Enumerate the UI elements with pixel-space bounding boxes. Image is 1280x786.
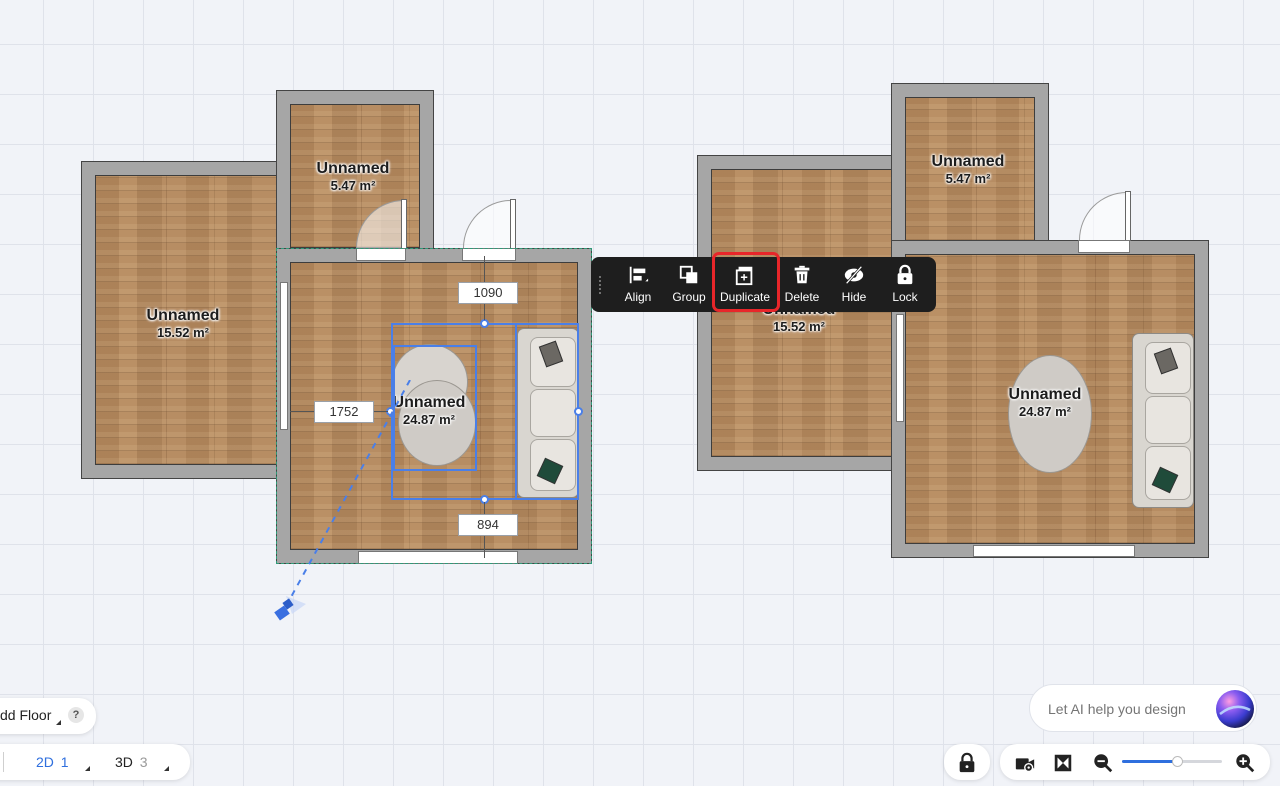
eye-off-icon <box>844 265 864 285</box>
view-3d-count: 3 <box>139 754 148 770</box>
round-table[interactable] <box>1008 355 1092 473</box>
add-floor-button[interactable]: dd Floor <box>0 707 51 723</box>
lock-label: Lock <box>892 290 918 304</box>
zoom-slider-fill <box>1122 760 1177 763</box>
doorway-right <box>1078 240 1130 253</box>
resize-handle-right[interactable] <box>574 407 583 416</box>
align-icon <box>629 266 649 284</box>
trash-icon <box>794 265 810 284</box>
window-right-bottom[interactable] <box>973 545 1135 557</box>
group-button[interactable]: Group <box>666 257 712 312</box>
view-2d-count: 1 <box>60 754 69 770</box>
hide-button[interactable]: Hide <box>831 257 877 312</box>
view-2d-label: 2D <box>36 754 54 770</box>
sofa[interactable] <box>1132 333 1194 508</box>
view-controls <box>1000 744 1270 780</box>
floor-panel: dd Floor ? <box>0 698 96 734</box>
align-label: Align <box>624 290 652 304</box>
view-divider <box>3 752 4 772</box>
view-switcher: 2D 1 3D 3 <box>0 744 190 780</box>
door-swing-main <box>463 200 511 248</box>
fit-view-icon[interactable] <box>1052 752 1074 774</box>
delete-label: Delete <box>784 290 820 304</box>
lock-button[interactable]: Lock <box>882 257 928 312</box>
group-icon <box>679 265 698 284</box>
floor-right-left-room[interactable] <box>711 169 893 457</box>
group-label: Group <box>672 290 706 304</box>
resize-handle-top[interactable] <box>480 319 489 328</box>
door-main-room[interactable] <box>510 199 516 249</box>
camera-view-icon[interactable] <box>1014 752 1036 774</box>
view-2d-button[interactable]: 2D 1 <box>36 754 69 770</box>
view-3d-caret-icon[interactable] <box>164 766 169 771</box>
sofa-cushion <box>1145 396 1191 444</box>
add-floor-caret-icon[interactable] <box>56 720 61 725</box>
hide-label: Hide <box>841 290 867 304</box>
zoom-slider-track[interactable] <box>1122 756 1222 767</box>
lock-control <box>944 744 990 780</box>
ai-orb-icon[interactable] <box>1214 688 1256 730</box>
door-swing-right <box>1079 192 1127 240</box>
align-button[interactable]: Align <box>615 257 661 312</box>
door-right-main[interactable] <box>1125 191 1131 241</box>
dimension-label-top[interactable]: 1090 <box>458 282 518 304</box>
ai-prompt-input[interactable] <box>1046 698 1210 720</box>
delete-button[interactable]: Delete <box>779 257 825 312</box>
zoom-in-icon[interactable] <box>1234 752 1256 774</box>
dimension-label-bottom[interactable]: 894 <box>458 514 518 536</box>
selection-divider <box>515 323 517 500</box>
view-3d-label: 3D <box>115 754 133 770</box>
view-2d-caret-icon[interactable] <box>85 766 90 771</box>
zoom-out-icon[interactable] <box>1092 752 1114 774</box>
door-small-room[interactable] <box>401 199 407 249</box>
canvas-lock-icon[interactable] <box>956 752 978 774</box>
view-3d-button[interactable]: 3D 3 <box>115 754 148 770</box>
lock-icon <box>897 264 913 285</box>
zoom-slider-thumb[interactable] <box>1172 756 1183 767</box>
camera-icon[interactable] <box>270 586 310 626</box>
duplicate-highlight-box <box>712 252 780 312</box>
toolbar-drag-handle[interactable] <box>598 275 602 295</box>
floor-left-room[interactable] <box>95 175 277 465</box>
window-right-left[interactable] <box>896 314 904 422</box>
help-button[interactable]: ? <box>68 707 84 723</box>
floor-right-small-room[interactable] <box>905 97 1035 241</box>
